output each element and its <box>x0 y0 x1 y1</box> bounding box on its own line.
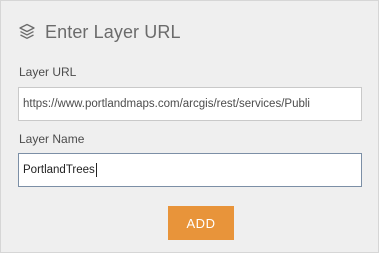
layer-name-input[interactable]: PortlandTrees <box>18 153 362 187</box>
layer-url-label: Layer URL <box>19 65 77 79</box>
layer-name-value: PortlandTrees <box>23 164 95 176</box>
layer-url-value: https://www.portlandmaps.com/arcgis/rest… <box>23 98 310 110</box>
panel-title: Enter Layer URL <box>45 21 181 42</box>
panel-header: Enter Layer URL <box>18 20 181 44</box>
text-caret <box>95 162 97 177</box>
layers-icon <box>18 23 36 41</box>
layer-url-input[interactable]: https://www.portlandmaps.com/arcgis/rest… <box>18 87 362 121</box>
enter-layer-url-panel: Enter Layer URL Layer URL https://www.po… <box>0 0 379 253</box>
add-button[interactable]: ADD <box>168 206 234 240</box>
layer-name-label: Layer Name <box>19 132 85 146</box>
